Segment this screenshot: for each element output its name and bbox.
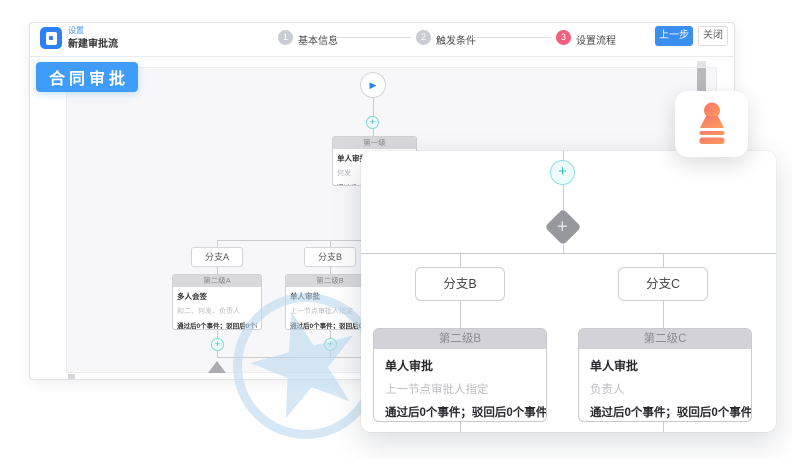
approval-app-icon [40, 27, 62, 49]
branch-b-button[interactable]: 分支B [415, 267, 505, 301]
node-events: 通过后0个事件；驳回后0个事件 [290, 320, 370, 330]
node-title: 第二级C [579, 329, 751, 349]
window-header [29, 22, 735, 57]
flow-line [563, 185, 564, 210]
add-node-button[interactable]: + [211, 338, 224, 351]
flow-line [217, 240, 218, 247]
node-title: 第二级B [374, 329, 546, 349]
add-branch-diamond-button[interactable]: + [545, 209, 582, 246]
horizontal-scrollbar-cap[interactable] [68, 374, 75, 379]
plus-icon: + [328, 339, 333, 349]
flow-line [563, 245, 564, 253]
branch-split-line [361, 253, 776, 254]
node-title: 第一级 [333, 137, 416, 149]
zoomed-flow-panel: + + 分支B 第二级B 单人审批 上一节点审批人指定 通过后0个事件；驳回后0… [361, 151, 776, 432]
add-node-button[interactable]: + [324, 338, 337, 351]
page: 设置 新建审批流 1 基本信息 2 触发条件 3 设置流程 上一步 关闭 ▶ +… [0, 0, 792, 459]
previous-step-button[interactable]: 上一步 [655, 26, 693, 46]
close-button[interactable]: 关闭 [698, 26, 728, 46]
node-events: 通过后0个事件；驳回后0个事件 [177, 320, 257, 330]
plus-icon: + [558, 163, 567, 180]
branch-c-button[interactable]: 分支C [618, 267, 708, 301]
contract-approval-badge: 合同审批 [36, 62, 138, 92]
plus-icon: + [215, 339, 220, 349]
stamp-card [675, 91, 748, 157]
merge-arrow-icon [208, 361, 226, 373]
add-node-button[interactable]: + [550, 160, 575, 185]
step-3-label: 设置流程 [576, 32, 616, 47]
flow-line [563, 151, 564, 160]
node-events: 通过后0个事件；驳回后0个事件 [385, 404, 535, 420]
page-title: 新建审批流 [68, 35, 118, 50]
step-connector [333, 37, 411, 38]
branch-a-button[interactable]: 分支A [191, 247, 243, 267]
flow-line [460, 253, 461, 267]
plus-icon: + [370, 117, 375, 127]
play-icon: ▶ [370, 80, 377, 90]
plus-icon: + [557, 217, 568, 236]
node-assignee: 上一节点审批人指定 [385, 381, 535, 397]
node-assignee: 上一节点审批人指定 [290, 306, 370, 316]
node-title: 第二级A [173, 275, 261, 287]
flow-line [663, 301, 664, 328]
branch-b-button[interactable]: 分支B [304, 247, 356, 267]
approval-node-level2c[interactable]: 第二级C 单人审批 负责人 通过后0个事件；驳回后0个事件 [578, 328, 752, 422]
flow-line [330, 330, 331, 338]
scrollbar-up-cap[interactable] [697, 61, 706, 67]
step-connector [471, 37, 551, 38]
flow-line [217, 330, 218, 338]
node-events: 通过后0个事件；驳回后0个事件 [590, 404, 740, 420]
flow-line [330, 240, 331, 247]
flow-line [460, 422, 461, 432]
document-icon [46, 32, 57, 45]
node-approval-type: 单人审批 [385, 357, 535, 374]
flow-line [663, 422, 664, 432]
start-node[interactable]: ▶ [360, 72, 386, 98]
step-1-label: 基本信息 [298, 32, 338, 47]
node-approval-type: 单人审批 [290, 291, 370, 302]
stamp-icon [695, 102, 729, 146]
flow-line [217, 267, 218, 274]
node-approval-type: 多人会签 [177, 291, 257, 302]
flow-line [373, 129, 374, 136]
flow-line [663, 253, 664, 267]
step-2-circle: 2 [416, 30, 431, 45]
step-3-circle: 3 [556, 30, 571, 45]
flow-line [373, 98, 374, 116]
flow-line [330, 267, 331, 274]
node-approval-type: 单人审批 [590, 357, 740, 374]
node-assignee: 和二、何发、负责人 [177, 306, 257, 316]
flow-line [460, 301, 461, 328]
node-assignee: 负责人 [590, 381, 740, 397]
step-2-label: 触发条件 [436, 32, 476, 47]
step-1-circle: 1 [278, 30, 293, 45]
approval-node-level2a[interactable]: 第二级A 多人会签 和二、何发、负责人 通过后0个事件；驳回后0个事件 [172, 274, 262, 330]
add-node-button[interactable]: + [366, 116, 379, 129]
approval-node-level2b[interactable]: 第二级B 单人审批 上一节点审批人指定 通过后0个事件；驳回后0个事件 [373, 328, 547, 422]
